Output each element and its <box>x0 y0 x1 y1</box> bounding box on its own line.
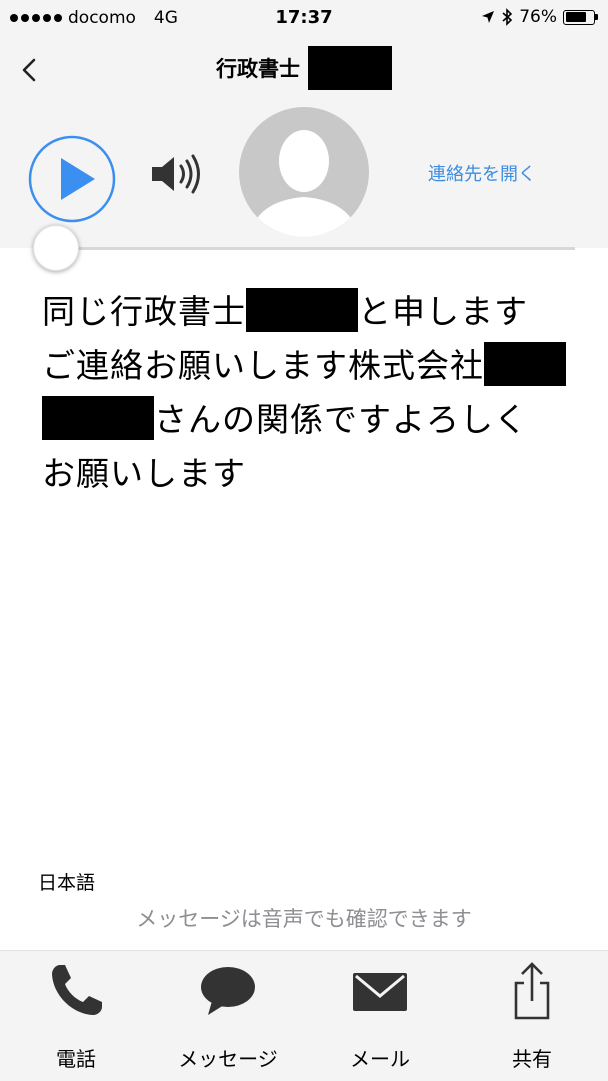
audio-hint: メッセージは音声でも確認できます <box>136 907 472 931</box>
speaker-icon[interactable] <box>150 150 206 198</box>
voicemail-transcript: 同じ行政書士 と申します ご連絡お願いします株式会社 さんの関係ですよろしく お願… <box>42 285 602 501</box>
title-wrap: 行政書士 <box>0 46 608 90</box>
playback-slider-track[interactable] <box>40 247 575 250</box>
bluetooth-icon <box>502 8 513 26</box>
battery-icon <box>563 9 598 25</box>
tab-message[interactable]: メッセージ <box>152 951 304 1081</box>
status-right: 76% <box>481 7 598 27</box>
play-icon <box>61 158 95 200</box>
open-contact-link[interactable]: 連絡先を開く <box>428 160 536 186</box>
envelope-icon <box>353 973 407 1011</box>
tab-share[interactable]: 共有 <box>456 951 608 1081</box>
transcript-line: 同じ行政書士 と申します <box>42 285 602 339</box>
page-title: 行政書士 <box>216 46 392 90</box>
redacted-name <box>308 46 392 90</box>
transcript-line: お願いします <box>42 454 246 493</box>
location-arrow-icon <box>482 11 495 23</box>
playback-slider-thumb[interactable] <box>33 225 79 271</box>
battery-percent: 76% <box>519 7 557 27</box>
language-label: 日本語 <box>38 872 96 894</box>
caller-title: 行政書士 <box>216 57 300 81</box>
redacted-text <box>246 288 358 332</box>
redacted-text <box>42 396 154 440</box>
chat-bubble-icon <box>201 967 255 1015</box>
tab-mail[interactable]: メール <box>304 951 456 1081</box>
action-bar: 電話 メッセージ メール 共有 <box>0 950 608 1081</box>
transcript-line: さんの関係ですよろしく <box>42 393 602 447</box>
voicemail-header: 行政書士 連絡先を開く <box>0 36 608 248</box>
tab-phone[interactable]: 電話 <box>0 951 152 1081</box>
avatar <box>239 107 369 237</box>
redacted-text <box>484 342 566 386</box>
share-icon <box>514 962 550 1020</box>
play-button[interactable] <box>27 134 117 224</box>
phone-icon <box>52 965 102 1015</box>
transcript-line: ご連絡お願いします株式会社 <box>42 339 602 393</box>
status-bar: docomo 4G 17:37 76% <box>0 0 608 36</box>
